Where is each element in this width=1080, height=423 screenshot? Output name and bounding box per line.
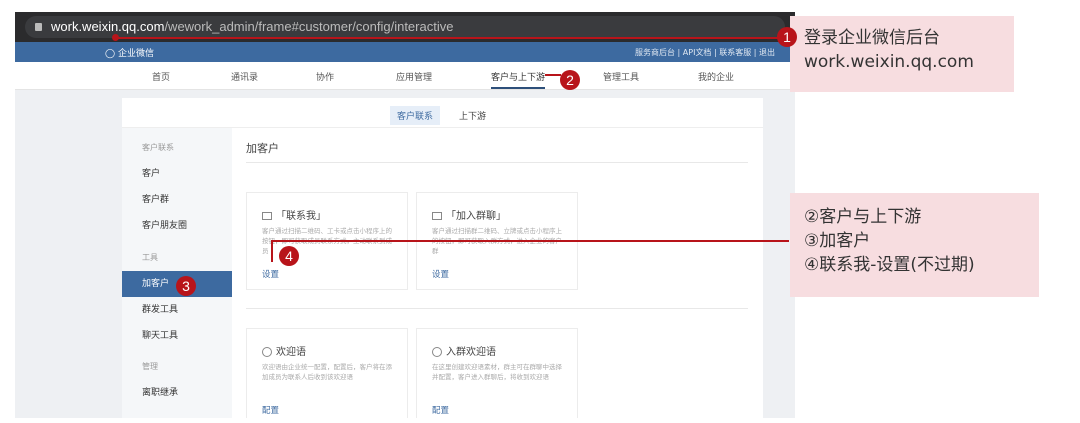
sidebar-item-customers[interactable]: 客户 bbox=[122, 161, 232, 187]
annotation-note-1: 登录企业微信后台 work.weixin.qq.com bbox=[790, 16, 1014, 92]
badge-2: 2 bbox=[560, 70, 580, 90]
join-group-settings-link[interactable]: 设置 bbox=[432, 268, 562, 280]
nav-contacts[interactable]: 通讯录 bbox=[231, 70, 258, 83]
url-path: /wework_admin/frame#customer/config/inte… bbox=[164, 19, 454, 34]
sidebar-group-manage: 管理 bbox=[142, 362, 158, 371]
main-nav: 首页 通讯录 协作 应用管理 客户与上下游 管理工具 我的企业 bbox=[15, 62, 795, 90]
annotation-line-1 bbox=[115, 37, 780, 39]
note-line: ②客户与上下游 bbox=[804, 207, 922, 227]
link-service[interactable]: 服务商后台 bbox=[635, 48, 675, 57]
link-logout[interactable]: 退出 bbox=[759, 48, 775, 57]
nav-home[interactable]: 首页 bbox=[152, 70, 170, 83]
group-welcome-icon bbox=[432, 347, 442, 357]
page-title: 加客户 bbox=[246, 142, 279, 155]
url-host: work.weixin.qq.com bbox=[51, 19, 165, 34]
nav-tools[interactable]: 管理工具 bbox=[603, 70, 639, 83]
note-line: ④联系我-设置(不过期) bbox=[804, 255, 975, 275]
card-desc: 客户通过扫描群二维码、立牌或点击小程序上的按钮，即可获取入群方式，进入企业的客户… bbox=[432, 227, 562, 255]
url-field[interactable]: work.weixin.qq.com/wework_admin/frame#cu… bbox=[25, 16, 785, 38]
nav-apps[interactable]: 应用管理 bbox=[396, 70, 432, 83]
content-panel: 客户联系 上下游 客户联系 客户 客户群 客户朋友圈 工具 加客户 群发工具 聊… bbox=[122, 98, 763, 418]
sidebar: 客户联系 客户 客户群 客户朋友圈 工具 加客户 群发工具 聊天工具 管理 离职… bbox=[122, 128, 232, 418]
tab-customer-contact[interactable]: 客户联系 bbox=[390, 106, 441, 125]
card-welcome: 欢迎语 欢迎语由企业统一配置，配置后，客户将在添加成员为联系人后收到该欢迎语 配… bbox=[246, 328, 408, 418]
badge-4: 4 bbox=[279, 246, 299, 266]
annotation-note-2: ②客户与上下游 ③加客户 ④联系我-设置(不过期) bbox=[790, 193, 1039, 297]
tab-upstream[interactable]: 上下游 bbox=[452, 106, 493, 125]
badge-3: 3 bbox=[176, 276, 196, 296]
note-line: work.weixin.qq.com bbox=[804, 52, 974, 72]
sidebar-item-resign[interactable]: 离职继承 bbox=[122, 380, 232, 406]
nav-customers[interactable]: 客户与上下游 bbox=[491, 70, 546, 89]
sidebar-item-chat-tools[interactable]: 聊天工具 bbox=[122, 323, 232, 349]
divider bbox=[246, 308, 748, 309]
note-line: 登录企业微信后台 bbox=[804, 28, 940, 48]
link-api[interactable]: API文档 bbox=[683, 48, 712, 57]
logo: ◯ 企业微信 bbox=[105, 49, 154, 59]
card-desc: 欢迎语由企业统一配置，配置后，客户将在添加成员为联系人后收到该欢迎语 bbox=[262, 363, 392, 381]
sidebar-group-contact: 客户联系 bbox=[142, 143, 174, 152]
card-desc: 在这里创建欢迎语素材，群主可在群聊中选择并配置，客户进入群聊后，将收到欢迎语 bbox=[432, 363, 562, 381]
card-group-welcome: 入群欢迎语 在这里创建欢迎语素材，群主可在群聊中选择并配置，客户进入群聊后，将收… bbox=[416, 328, 578, 418]
group-welcome-config-link[interactable]: 配置 bbox=[432, 404, 562, 416]
main-content: 加客户 「联系我」 客户通过扫描二维码、工卡或点击小程序上的按钮，即可获取成员联… bbox=[232, 128, 763, 418]
welcome-icon bbox=[262, 347, 272, 357]
contact-me-settings-link[interactable]: 设置 bbox=[262, 268, 392, 280]
sidebar-item-moments[interactable]: 客户朋友圈 bbox=[122, 213, 232, 239]
annotation-line-2 bbox=[545, 74, 561, 76]
badge-1: 1 bbox=[777, 27, 797, 47]
lock-icon bbox=[35, 23, 42, 31]
nav-enterprise[interactable]: 我的企业 bbox=[698, 70, 734, 83]
sidebar-item-broadcast[interactable]: 群发工具 bbox=[122, 297, 232, 323]
link-support[interactable]: 联系客服 bbox=[719, 48, 751, 57]
sidebar-item-groups[interactable]: 客户群 bbox=[122, 187, 232, 213]
app-header: ◯ 企业微信 服务商后台 | API文档 | 联系客服 | 退出 bbox=[15, 42, 795, 62]
qrcode-icon bbox=[432, 212, 442, 220]
annotation-arrow bbox=[271, 240, 273, 262]
annotation-dot bbox=[112, 34, 119, 41]
header-links: 服务商后台 | API文档 | 联系客服 | 退出 bbox=[635, 48, 775, 57]
nav-collab[interactable]: 协作 bbox=[316, 70, 334, 83]
annotation-line-4 bbox=[271, 240, 789, 242]
welcome-config-link[interactable]: 配置 bbox=[262, 404, 392, 416]
tab-bar: 客户联系 上下游 bbox=[122, 98, 763, 128]
note-line: ③加客户 bbox=[804, 231, 871, 251]
embedded-screenshot: work.weixin.qq.com/wework_admin/frame#cu… bbox=[15, 12, 795, 418]
sidebar-group-tools: 工具 bbox=[142, 253, 158, 262]
chat-icon bbox=[262, 212, 272, 220]
divider bbox=[246, 162, 748, 163]
